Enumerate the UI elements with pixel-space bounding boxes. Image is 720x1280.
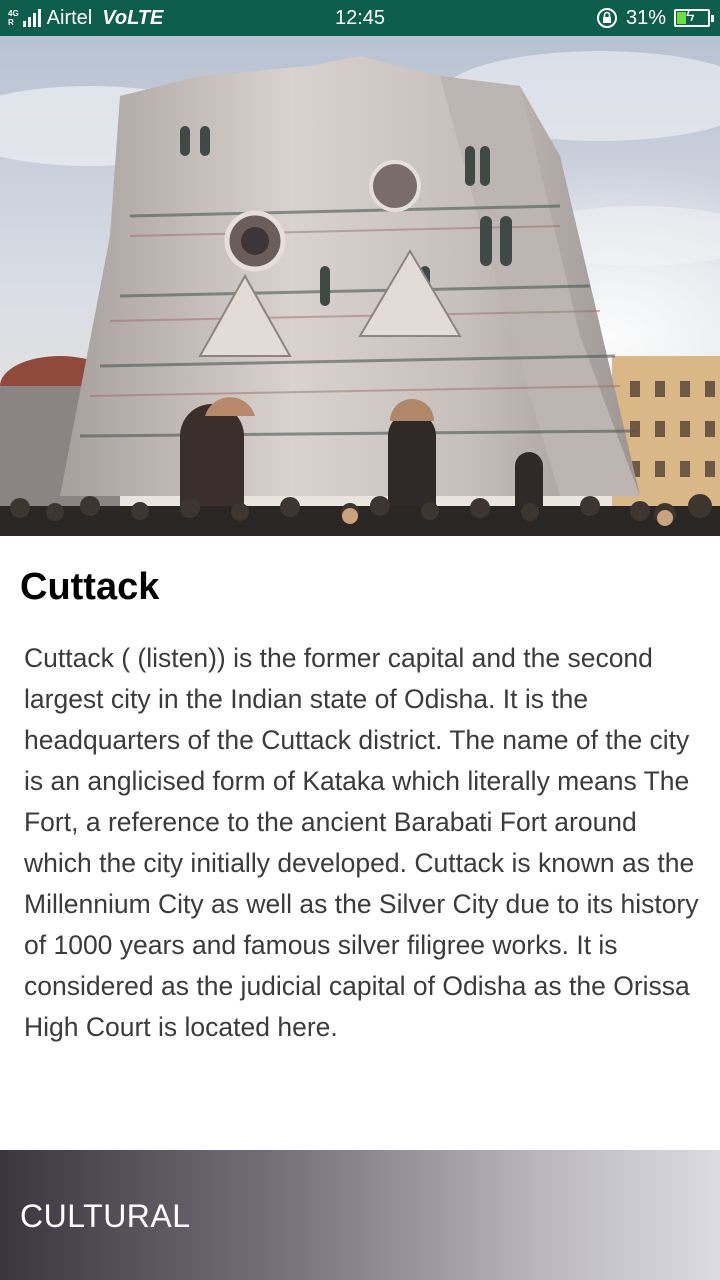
category-bar[interactable]: CULTURAL bbox=[0, 1150, 720, 1280]
battery-fill bbox=[677, 12, 686, 24]
status-right: 31% ϟ bbox=[596, 0, 714, 36]
hero-image bbox=[0, 36, 720, 536]
status-bar: 4G R Airtel VoLTE 12:45 31% ϟ bbox=[0, 0, 720, 36]
rotation-lock-icon bbox=[596, 8, 617, 28]
place-title: Cuttack bbox=[20, 566, 160, 608]
battery-icon: ϟ bbox=[674, 8, 714, 27]
charging-bolt-icon: ϟ bbox=[686, 8, 695, 25]
battery-percent: 31% bbox=[625, 6, 666, 29]
cathedral-photo-icon bbox=[0, 36, 720, 536]
place-description: Cuttack ( (listen)) is the former capita… bbox=[24, 643, 699, 1042]
category-label: CULTURAL bbox=[20, 1198, 191, 1234]
